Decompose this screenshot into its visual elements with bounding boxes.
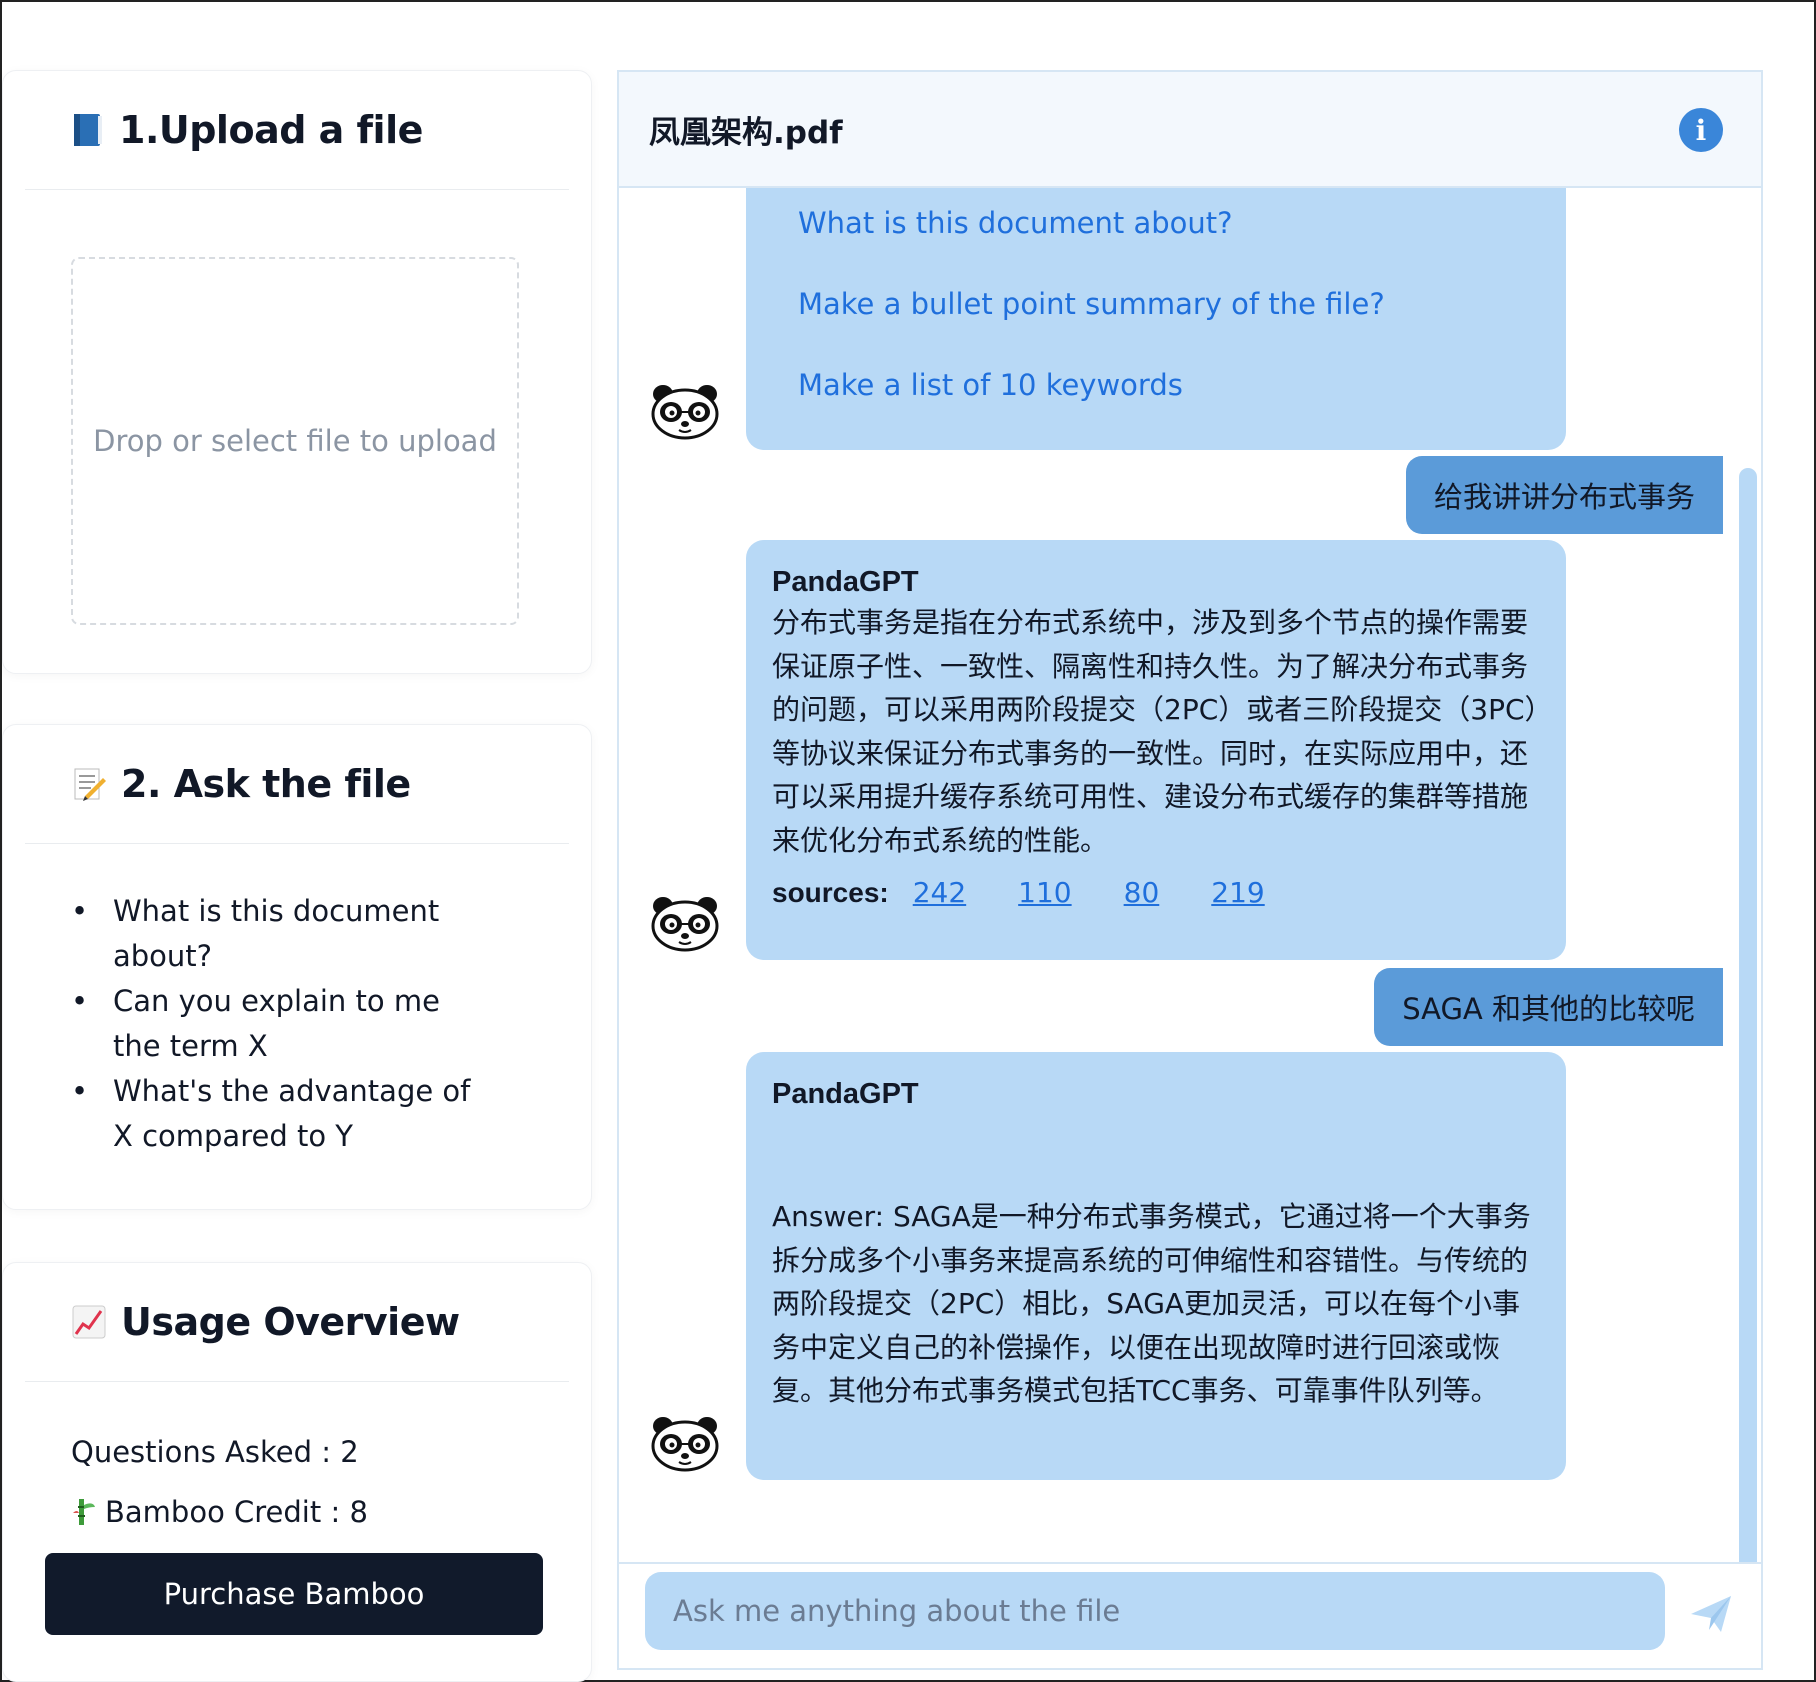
bot-message-text: 分布式事务是指在分布式系统中，涉及到多个节点的操作需要保证原子性、一致性、隔离性… bbox=[772, 606, 1539, 857]
message-list: What is this document about? Make a bull… bbox=[619, 188, 1761, 1638]
starter-prompt-link[interactable]: What is this document about? bbox=[798, 206, 1233, 240]
bot-message-text: Answer: SAGA是一种分布式事务模式，它通过将一个大事务拆分成多个小事务… bbox=[772, 1200, 1531, 1407]
source-link[interactable]: 110 bbox=[1018, 876, 1071, 909]
bot-message: PandaGPT 分布式事务是指在分布式系统中，涉及到多个节点的操作需要保证原子… bbox=[746, 540, 1566, 960]
questions-asked: Questions Asked : 2 bbox=[71, 1435, 359, 1469]
source-link[interactable]: 219 bbox=[1211, 876, 1264, 909]
chart-increasing-icon bbox=[71, 1304, 107, 1340]
user-message: 给我讲讲分布式事务 bbox=[1405, 456, 1723, 534]
usage-panel: Usage Overview Questions Asked : 2 Bambo… bbox=[2, 1262, 592, 1682]
sources-label: sources: bbox=[772, 876, 889, 908]
chat-input[interactable] bbox=[645, 1572, 1665, 1650]
scrollbar[interactable] bbox=[1739, 468, 1757, 1638]
info-icon[interactable]: i bbox=[1679, 108, 1723, 152]
memo-icon bbox=[71, 766, 107, 802]
bot-message: PandaGPT Answer: SAGA是一种分布式事务模式，它通过将一个大事… bbox=[746, 1052, 1566, 1480]
list-item: • What is this document about? bbox=[71, 894, 440, 973]
source-link[interactable]: 242 bbox=[913, 876, 966, 909]
file-name-title: 凤凰架构.pdf bbox=[649, 114, 843, 151]
usage-panel-title: Usage Overview bbox=[121, 1300, 460, 1344]
send-icon[interactable] bbox=[1687, 1590, 1735, 1638]
chat-header: 凤凰架构.pdf bbox=[619, 72, 1761, 188]
starter-prompts-bubble: What is this document about? Make a bull… bbox=[746, 188, 1566, 450]
upload-panel-header: 1.Upload a file bbox=[25, 71, 569, 190]
panda-avatar-icon bbox=[651, 897, 719, 952]
ask-panel-title: 2. Ask the file bbox=[121, 762, 411, 806]
upload-panel: 1.Upload a file Drop or select file to u… bbox=[2, 70, 592, 674]
bamboo-credit-row: Bamboo Credit : 8 bbox=[71, 1495, 368, 1529]
bamboo-credit-text: Bamboo Credit : 8 bbox=[105, 1495, 368, 1529]
user-message: SAGA 和其他的比较呢 bbox=[1374, 968, 1723, 1046]
purchase-bamboo-button[interactable]: Purchase Bamboo bbox=[45, 1553, 543, 1635]
list-item: • Can you explain to me the term X bbox=[71, 984, 440, 1063]
bot-name: PandaGPT bbox=[772, 566, 919, 598]
panda-avatar-icon bbox=[651, 385, 719, 440]
suggestion-list: • What is this document about? • Can you e… bbox=[71, 889, 491, 1159]
list-item: • What's the advantage of X compared to Y bbox=[71, 1074, 471, 1153]
starter-prompt-link[interactable]: Make a list of 10 keywords bbox=[798, 368, 1183, 402]
bot-name: PandaGPT bbox=[772, 1078, 919, 1110]
usage-panel-header: Usage Overview bbox=[25, 1263, 569, 1382]
source-link[interactable]: 80 bbox=[1124, 876, 1160, 909]
blue-book-icon bbox=[71, 112, 105, 148]
chat-input-area bbox=[619, 1562, 1761, 1668]
chat-panel: 凤凰架构.pdf i What is this document about? … bbox=[617, 70, 1763, 1670]
panda-avatar-icon bbox=[651, 1417, 719, 1472]
bamboo-icon bbox=[71, 1497, 97, 1527]
file-dropzone[interactable]: Drop or select file to upload bbox=[71, 257, 519, 625]
ask-panel: 2. Ask the file • What is this document a… bbox=[2, 724, 592, 1210]
sources-row: sources: 242 110 80 219 bbox=[772, 876, 1540, 909]
ask-panel-header: 2. Ask the file bbox=[25, 725, 569, 844]
upload-panel-title: 1.Upload a file bbox=[119, 108, 423, 152]
dropzone-text: Drop or select file to upload bbox=[93, 424, 497, 458]
starter-prompt-link[interactable]: Make a bullet point summary of the file? bbox=[798, 287, 1385, 321]
